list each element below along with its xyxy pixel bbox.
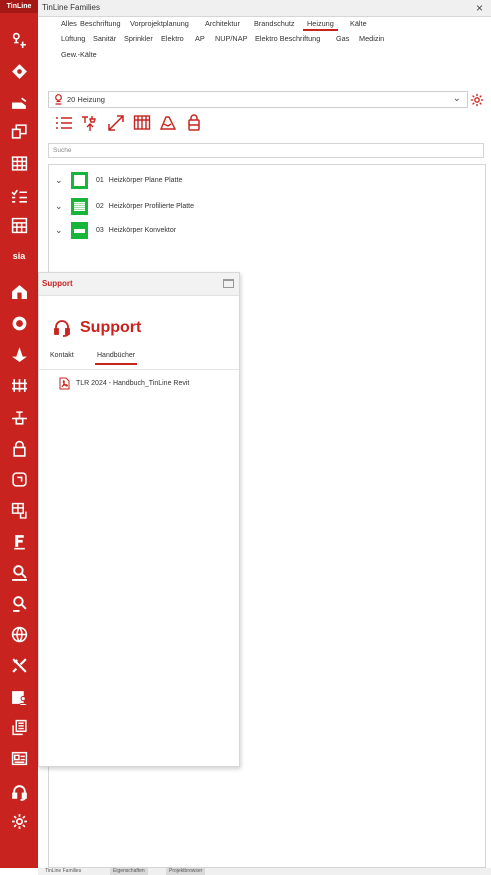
chevron-down-icon[interactable]: ⌄: [55, 225, 67, 236]
truck-icon[interactable]: [9, 93, 29, 113]
triangle-figure-icon[interactable]: [9, 344, 29, 364]
valve-icon[interactable]: [184, 113, 204, 133]
tab-architektur[interactable]: Architektur: [205, 19, 240, 28]
family-thumbnail: [71, 197, 88, 215]
house-icon[interactable]: [9, 281, 29, 301]
window-title: TinLine Families: [42, 3, 100, 12]
lock-icon[interactable]: [9, 438, 29, 458]
fence-icon[interactable]: [9, 375, 29, 395]
pipe-junction-icon[interactable]: [9, 408, 29, 428]
tab-brandschutz[interactable]: Brandschutz: [254, 19, 295, 28]
tab-heizung[interactable]: Heizung: [303, 19, 338, 31]
family-thumbnail: [71, 171, 88, 189]
radiator-icon[interactable]: [132, 113, 152, 133]
discipline-select-value: 20 Heizung: [67, 95, 105, 104]
arrow-up-insert-icon[interactable]: [80, 113, 100, 133]
tools-icon[interactable]: [9, 655, 29, 675]
tab-elektro-beschriftung[interactable]: Elektro Beschriftung: [255, 34, 320, 43]
globe-icon[interactable]: [9, 624, 29, 644]
support-panel: Support Support Kontakt Handbücher TLR 2…: [38, 272, 240, 767]
close-button[interactable]: ×: [476, 1, 483, 15]
family-code: 01: [96, 176, 104, 184]
chevron-down-icon[interactable]: ⌄: [55, 201, 67, 212]
badge-icon[interactable]: [9, 313, 29, 333]
family-name: Heizkörper Profilierte Platte: [108, 202, 194, 210]
tab-gas[interactable]: Gas: [336, 34, 349, 43]
search-input[interactable]: Suche: [48, 143, 484, 158]
checklist-icon[interactable]: [9, 186, 29, 206]
search-tabs-icon[interactable]: [9, 562, 29, 582]
family-toolbar: [54, 113, 204, 135]
id-card-icon[interactable]: [9, 748, 29, 768]
bottom-tab-strip: TinLine Families Eigenschaften Projektbr…: [38, 868, 491, 875]
title-bar: TinLine Families ×: [38, 0, 491, 17]
layout-grid-icon[interactable]: [9, 215, 29, 235]
bottom-tab-families[interactable]: TinLine Families: [42, 868, 84, 875]
cabinet-icon[interactable]: [9, 500, 29, 520]
tab-nup-nap[interactable]: NUP/NAP: [215, 34, 247, 43]
settings-gear-icon[interactable]: [470, 93, 484, 107]
family-thumbnail: [71, 221, 88, 239]
document-stack-icon[interactable]: [9, 717, 29, 737]
family-code: 03: [96, 226, 104, 234]
search-kh-icon[interactable]: [9, 593, 29, 613]
tool-rail: TinLine sia: [0, 0, 38, 868]
headset-icon[interactable]: [9, 782, 29, 802]
family-name: Heizkörper Konvektor: [108, 226, 177, 234]
tab-lueftung[interactable]: Lüftung: [61, 34, 85, 43]
tab-sprinkler[interactable]: Sprinkler: [124, 34, 153, 43]
diamond-icon[interactable]: [9, 61, 29, 81]
maximize-icon[interactable]: [223, 279, 234, 288]
tab-vorprojektplanung[interactable]: Vorprojektplanung: [130, 19, 189, 28]
bottom-tab-projektbrowser[interactable]: Projektbrowser: [166, 868, 206, 875]
list-item[interactable]: ⌄ 01 Heizkörper Plane Platte: [55, 170, 182, 190]
tab-ap[interactable]: AP: [195, 34, 205, 43]
support-heading-text: Support: [80, 319, 142, 336]
chevron-down-icon[interactable]: ⌄: [55, 175, 67, 186]
window-icon[interactable]: [9, 121, 29, 141]
support-panel-title: Support: [42, 279, 73, 288]
pdf-icon: [59, 377, 70, 390]
family-code: 02: [96, 202, 104, 210]
f-label-icon[interactable]: [9, 531, 29, 551]
list-item[interactable]: ⌄ 02 Heizkörper Profilierte Platte: [55, 196, 194, 216]
list-item[interactable]: ⌄ 03 Heizkörper Konvektor: [55, 220, 176, 240]
device-icon[interactable]: [9, 469, 29, 489]
list-icon[interactable]: [54, 113, 74, 133]
folder-user-icon[interactable]: [9, 687, 29, 707]
diagonal-arrows-icon[interactable]: [106, 113, 126, 133]
tab-elektro[interactable]: Elektro: [161, 34, 184, 43]
support-heading: Support: [53, 319, 141, 337]
key-connector-icon[interactable]: [9, 30, 29, 50]
heating-flame-icon: [55, 94, 62, 105]
tab-sanitaer[interactable]: Sanitär: [93, 34, 116, 43]
tab-handbuecher[interactable]: Handbücher: [94, 352, 138, 365]
gear-icon[interactable]: [9, 811, 29, 831]
tab-alles[interactable]: Alles: [61, 19, 77, 28]
heater-outline-icon[interactable]: [158, 113, 178, 133]
support-panel-header: Support: [39, 273, 239, 296]
headset-icon: [54, 320, 70, 337]
tinline-logo: TinLine: [0, 0, 38, 13]
bottom-tab-eigenschaften[interactable]: Eigenschaften: [110, 868, 148, 875]
discipline-select[interactable]: 20 Heizung ⌄: [48, 91, 468, 108]
tab-gew-kaelte[interactable]: Gew.-Kälte: [61, 50, 97, 59]
divider: [39, 369, 239, 370]
sia-icon[interactable]: sia: [9, 246, 29, 266]
grid-building-icon[interactable]: [9, 153, 29, 173]
tab-beschriftung[interactable]: Beschriftung: [80, 19, 121, 28]
manual-link-label: TLR 2024 - Handbuch_TinLine Revit: [76, 380, 190, 387]
manual-link[interactable]: TLR 2024 - Handbuch_TinLine Revit: [59, 377, 189, 390]
family-name: Heizkörper Plane Platte: [108, 176, 183, 184]
tab-kontakt[interactable]: Kontakt: [50, 352, 74, 359]
tab-kaelte[interactable]: Kälte: [350, 19, 367, 28]
chevron-down-icon[interactable]: ⌄: [453, 93, 461, 104]
tab-medizin[interactable]: Medizin: [359, 34, 384, 43]
